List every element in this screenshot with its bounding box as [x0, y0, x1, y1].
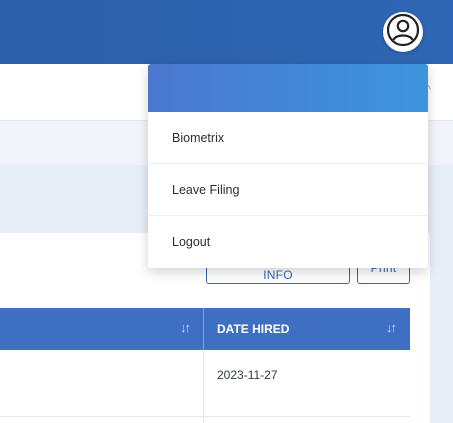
- date-hired-cell: 2023-11-27: [217, 368, 278, 382]
- table-header: [0, 308, 410, 350]
- menu-item-logout[interactable]: Logout: [148, 216, 428, 268]
- menu-item-biometrix[interactable]: Biometrix: [148, 112, 428, 164]
- column-divider: [203, 308, 204, 350]
- page-gutter: [430, 165, 453, 423]
- user-circle-icon: [386, 13, 420, 52]
- user-avatar-button[interactable]: [383, 12, 423, 52]
- dropdown-header: [148, 64, 428, 112]
- menu-item-leave-filing[interactable]: Leave Filing: [148, 164, 428, 216]
- sort-arrows-icon[interactable]: ↓↑: [180, 320, 191, 335]
- user-dropdown-menu: Biometrix Leave Filing Logout: [148, 64, 428, 268]
- sort-arrows-icon[interactable]: ↓↑: [386, 320, 397, 335]
- column-header-date-hired[interactable]: DATE HIRED: [217, 322, 289, 336]
- table-row: [0, 350, 410, 417]
- column-divider: [203, 350, 204, 423]
